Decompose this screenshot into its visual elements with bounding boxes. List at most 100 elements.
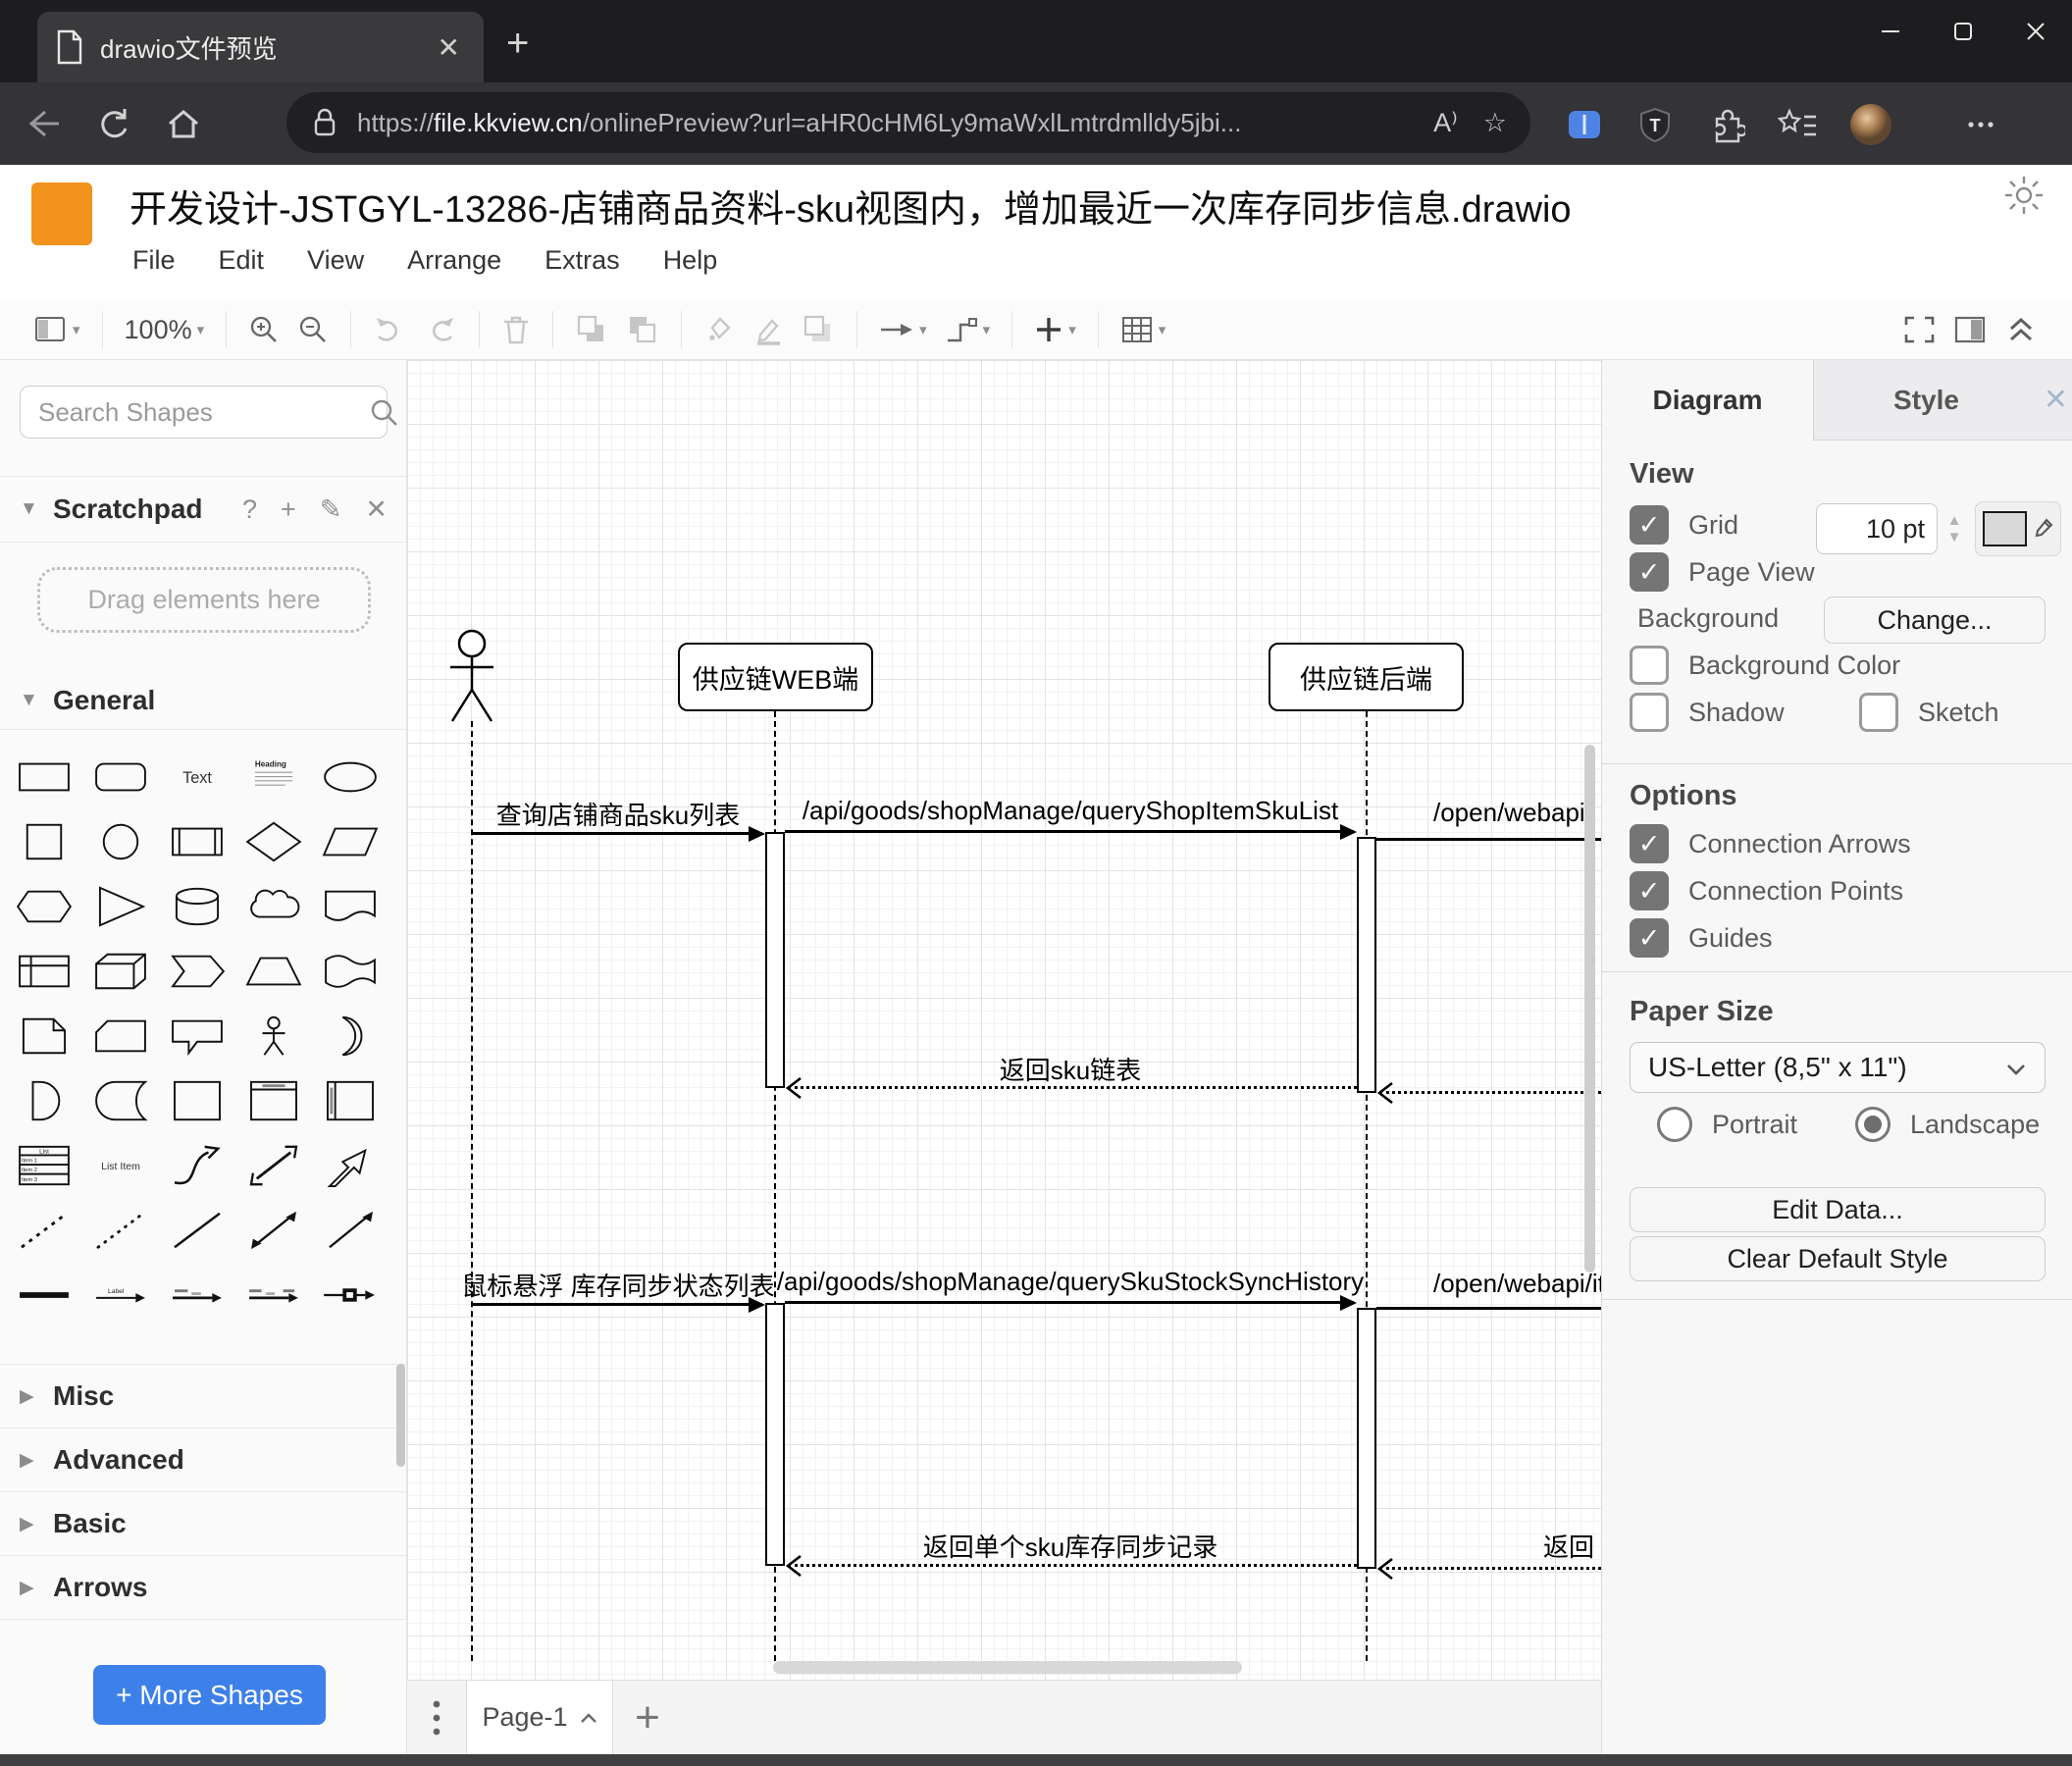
shape-directional-connector[interactable] — [312, 1198, 388, 1263]
shape-ellipse[interactable] — [312, 745, 388, 809]
edit-data-button[interactable]: Edit Data... — [1630, 1187, 2046, 1232]
to-front-icon[interactable] — [566, 306, 617, 353]
message-label-3[interactable]: /open/webapi/ — [1433, 798, 1592, 828]
shape-step[interactable] — [159, 939, 235, 1004]
scratchpad-header[interactable]: ▼ Scratchpad ? + ✎ ✕ — [0, 478, 406, 541]
menu-extras[interactable]: Extras — [544, 245, 620, 276]
shape-textbox[interactable]: Heading — [235, 745, 312, 809]
message-arrow-6[interactable] — [1376, 1307, 1601, 1310]
sketch-checkbox[interactable] — [1859, 693, 1898, 732]
shape-link-labels[interactable] — [235, 1263, 312, 1327]
shape-hexagon[interactable] — [6, 874, 82, 939]
shape-and[interactable] — [6, 1068, 82, 1133]
return-label-3[interactable]: 返回 — [1543, 1528, 1594, 1564]
grid-color-swatch[interactable] — [1983, 511, 2028, 546]
shape-line[interactable] — [159, 1198, 235, 1263]
guides-checkbox[interactable]: ✓ — [1630, 918, 1669, 958]
shape-square[interactable] — [6, 809, 82, 874]
shape-process[interactable] — [159, 809, 235, 874]
split-screen-icon[interactable] — [1562, 102, 1607, 147]
tab-diagram[interactable]: Diagram — [1602, 360, 1813, 441]
insert-dropdown[interactable]: ▾ — [1025, 306, 1085, 353]
shape-parallelogram[interactable] — [312, 809, 388, 874]
sidebar-scrollbar[interactable] — [396, 1364, 405, 1467]
search-input[interactable] — [36, 395, 369, 429]
shape-arrow-box[interactable] — [312, 1263, 388, 1327]
actor-figure[interactable] — [442, 629, 501, 725]
shape-triangle[interactable] — [82, 874, 159, 939]
portrait-radio[interactable] — [1657, 1107, 1692, 1142]
shape-bidirectional-arrow[interactable] — [235, 1133, 312, 1198]
lifeline-box-web[interactable]: 供应链WEB端 — [678, 643, 873, 711]
clear-default-style-button[interactable]: Clear Default Style — [1630, 1236, 2046, 1281]
profile-avatar[interactable] — [1848, 102, 1893, 147]
scratchpad-edit-icon[interactable]: ✎ — [320, 494, 342, 525]
shape-text[interactable]: Text — [159, 745, 235, 809]
change-background-button[interactable]: Change... — [1824, 597, 2046, 644]
activation-backend-1[interactable] — [1357, 837, 1376, 1093]
landscape-radio[interactable] — [1855, 1107, 1891, 1142]
shape-cloud[interactable] — [235, 874, 312, 939]
menu-file[interactable]: File — [132, 245, 176, 276]
shape-tape[interactable] — [312, 939, 388, 1004]
message-label-5[interactable]: /api/goods/shopManage/querySkuStockSyncH… — [777, 1267, 1364, 1297]
shape-block-arrow[interactable] — [312, 1133, 388, 1198]
shape-dotted-line[interactable] — [82, 1198, 159, 1263]
message-arrow-2[interactable] — [785, 823, 1357, 840]
message-arrow-5[interactable] — [785, 1294, 1357, 1311]
grid-size-input[interactable] — [1816, 503, 1938, 554]
grid-checkbox[interactable]: ✓ — [1630, 505, 1669, 545]
connection-points-checkbox[interactable]: ✓ — [1630, 871, 1669, 910]
page-view-checkbox[interactable]: ✓ — [1630, 552, 1669, 592]
section-basic[interactable]: ▶ Basic — [0, 1491, 406, 1555]
table-dropdown[interactable]: ▾ — [1112, 306, 1175, 353]
return-arrow-1b[interactable] — [1376, 1081, 1601, 1105]
theme-toggle-icon[interactable] — [2001, 173, 2046, 223]
return-arrow-2[interactable] — [785, 1554, 1357, 1578]
more-shapes-button[interactable]: + More Shapes — [93, 1665, 326, 1725]
message-arrow-1[interactable] — [472, 825, 765, 842]
shadow-checkbox[interactable] — [1630, 693, 1669, 732]
shape-cube[interactable] — [82, 939, 159, 1004]
favorites-bar-icon[interactable] — [1776, 102, 1821, 147]
scratchpad-help-icon[interactable]: ? — [242, 494, 257, 525]
return-label-2[interactable]: 返回单个sku库存同步记录 — [923, 1528, 1217, 1564]
shape-circle[interactable] — [82, 809, 159, 874]
undo-icon[interactable] — [364, 306, 415, 353]
shape-trapezoid[interactable] — [235, 939, 312, 1004]
delete-icon[interactable] — [492, 306, 540, 353]
message-arrow-4[interactable] — [472, 1296, 765, 1313]
shape-callout[interactable] — [159, 1004, 235, 1068]
shape-document[interactable] — [312, 874, 388, 939]
minimize-button[interactable] — [1854, 0, 1927, 63]
shape-or[interactable] — [312, 1004, 388, 1068]
paper-size-select[interactable]: US-Letter (8,5" x 11") — [1630, 1042, 2046, 1093]
shape-horizontal-line[interactable] — [6, 1263, 82, 1327]
menu-view[interactable]: View — [307, 245, 364, 276]
maximize-button[interactable] — [1927, 0, 1999, 63]
scratchpad-add-icon[interactable]: + — [281, 494, 296, 525]
message-label-1[interactable]: 查询店铺商品sku列表 — [496, 796, 740, 832]
connection-arrows-checkbox[interactable]: ✓ — [1630, 824, 1669, 863]
page-tab[interactable]: Page-1 — [466, 1681, 613, 1754]
canvas-horizontal-scrollbar[interactable] — [773, 1661, 1242, 1674]
shape-list-item[interactable]: List Item — [82, 1133, 159, 1198]
scratchpad-dropzone[interactable]: Drag elements here — [37, 567, 371, 633]
shape-card[interactable] — [82, 1004, 159, 1068]
message-label-6[interactable]: /open/webapi/item — [1433, 1269, 1601, 1299]
shape-vertical-container[interactable] — [312, 1068, 388, 1133]
zoom-in-icon[interactable] — [239, 306, 288, 353]
waypoint-style-dropdown[interactable]: ▾ — [936, 306, 1000, 353]
grid-size-stepper[interactable]: ▲ ▼ — [1942, 503, 1967, 554]
extensions-puzzle-icon[interactable] — [1703, 102, 1748, 147]
section-misc[interactable]: ▶ Misc — [0, 1364, 406, 1428]
section-advanced[interactable]: ▶ Advanced — [0, 1428, 406, 1491]
message-label-4[interactable]: 鼠标悬浮 库存同步状态列表 — [461, 1267, 774, 1303]
shape-arrow-label[interactable]: Label — [82, 1263, 159, 1327]
eyedropper-icon[interactable] — [2033, 517, 2053, 541]
scratchpad-close-icon[interactable]: ✕ — [365, 494, 388, 525]
close-window-button[interactable] — [1999, 0, 2072, 63]
shape-container-title[interactable] — [235, 1068, 312, 1133]
new-tab-button[interactable]: + — [506, 22, 529, 65]
activation-backend-2[interactable] — [1357, 1308, 1376, 1569]
